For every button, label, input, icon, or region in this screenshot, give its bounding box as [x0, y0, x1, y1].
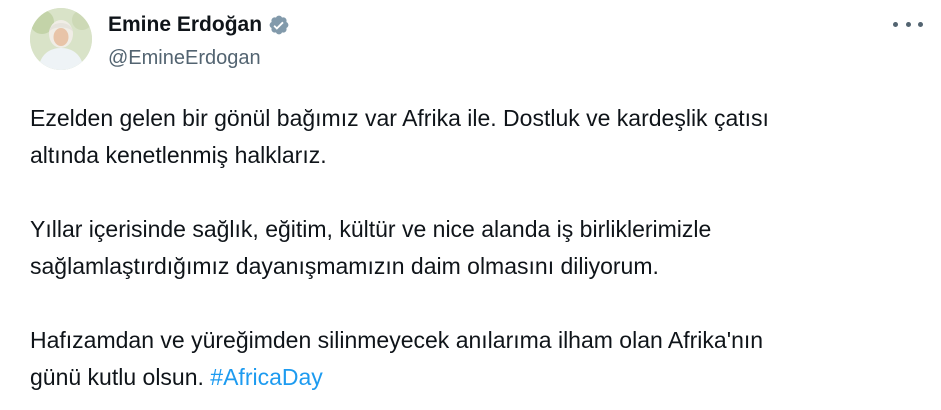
profile-photo	[30, 8, 92, 70]
tweet-line: sağlamlaştırdığımız dayanışmamızın daim …	[30, 253, 659, 279]
author-name-row: Emine Erdoğan	[108, 12, 290, 38]
tweet-line: günü kutlu olsun.	[30, 364, 204, 390]
tweet-paragraph-3: Hafızamdan ve yüreğimden silinmeyecek an…	[30, 322, 910, 396]
hashtag-link[interactable]: #AfricaDay	[210, 364, 322, 390]
more-options-icon[interactable]	[893, 14, 923, 34]
author-handle[interactable]: @EmineErdogan	[108, 46, 261, 70]
tweet-text: Ezelden gelen bir gönül bağımız var Afri…	[30, 100, 910, 396]
tweet-paragraph-1: Ezelden gelen bir gönül bağımız var Afri…	[30, 100, 910, 174]
tweet-line: Yıllar içerisinde sağlık, eğitim, kültür…	[30, 216, 712, 242]
more-dot	[893, 21, 898, 27]
author-display-name[interactable]: Emine Erdoğan	[108, 12, 262, 38]
more-dot	[905, 21, 911, 27]
tweet-line: altında kenetlenmiş halklarız.	[30, 142, 327, 168]
avatar[interactable]	[30, 8, 92, 70]
more-dot	[918, 21, 923, 27]
verified-badge-icon	[268, 14, 290, 36]
tweet-line: Ezelden gelen bir gönül bağımız var Afri…	[30, 105, 769, 131]
tweet-card: Emine Erdoğan @EmineErdogan Ezelden gele…	[0, 0, 941, 410]
tweet-paragraph-2: Yıllar içerisinde sağlık, eğitim, kültür…	[30, 211, 910, 285]
tweet-line: Hafızamdan ve yüreğimden silinmeyecek an…	[30, 327, 764, 353]
